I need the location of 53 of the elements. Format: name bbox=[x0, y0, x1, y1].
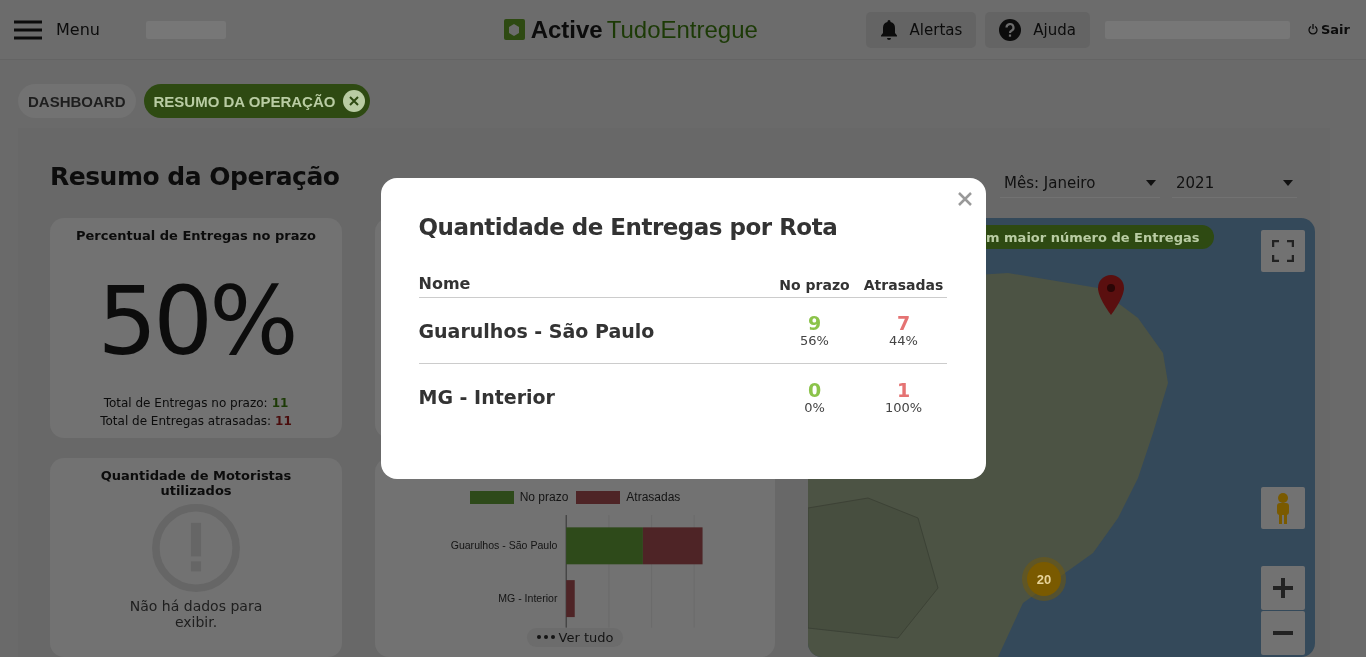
year-select[interactable]: 2021 bbox=[1172, 168, 1297, 198]
page-title: Resumo da Operação bbox=[50, 161, 340, 191]
dots-icon bbox=[536, 635, 555, 640]
menu-button[interactable]: Menu bbox=[14, 19, 100, 40]
bell-icon bbox=[879, 19, 898, 40]
total-label: Total de Entregas no prazo: bbox=[103, 395, 268, 412]
route-name: Guarulhos - São Paulo bbox=[418, 319, 656, 342]
fullscreen-button[interactable] bbox=[1261, 230, 1305, 272]
column-header: Atrasadas bbox=[862, 277, 945, 295]
legend-label: Atrasadas bbox=[626, 490, 681, 504]
empty-message: Não há dados para exibir. bbox=[128, 598, 264, 630]
zoom-in-button[interactable] bbox=[1261, 566, 1305, 610]
help-button[interactable]: Ajuda bbox=[985, 11, 1090, 48]
tab[interactable]: DASHBOARD bbox=[18, 84, 136, 118]
category-label: MG - Interior bbox=[498, 592, 558, 605]
minus-icon bbox=[1273, 631, 1293, 635]
caret-icon bbox=[1146, 179, 1156, 186]
logout-button[interactable]: Sair bbox=[1302, 21, 1356, 38]
total-value: 11 bbox=[275, 413, 292, 430]
logo-text: Active bbox=[530, 15, 603, 44]
plus-icon bbox=[1273, 578, 1293, 598]
power-icon bbox=[1308, 24, 1318, 35]
see-all-button[interactable]: Ver tudo bbox=[526, 627, 624, 647]
logo-text: TudoEntregue bbox=[606, 15, 758, 44]
card-title: Quantidade de Motoristas utilizados bbox=[99, 468, 293, 498]
on-time-count: 0 bbox=[807, 379, 822, 400]
total-value: 11 bbox=[271, 395, 289, 412]
legend-label: No prazo bbox=[519, 490, 569, 504]
late-count: 1 bbox=[896, 379, 911, 400]
person-icon bbox=[1275, 492, 1291, 524]
caret-icon bbox=[1283, 179, 1293, 186]
close-icon[interactable] bbox=[343, 90, 366, 112]
on-time-count: 9 bbox=[807, 313, 822, 333]
fullscreen-icon bbox=[1272, 240, 1294, 262]
late-percent: 44% bbox=[889, 333, 918, 348]
help-icon bbox=[999, 18, 1022, 41]
close-button[interactable] bbox=[955, 190, 974, 208]
late-percent: 100% bbox=[884, 399, 923, 415]
total-label: Total de Entregas atrasadas: bbox=[100, 413, 272, 430]
column-header: Nome bbox=[418, 274, 472, 295]
category-label: Guarulhos - São Paulo bbox=[450, 539, 558, 552]
menu-icon bbox=[14, 19, 42, 40]
month-select[interactable]: Mês: Janeiro bbox=[1000, 168, 1160, 198]
percentage-value: 50% bbox=[97, 267, 295, 376]
late-count: 7 bbox=[896, 313, 911, 333]
tab[interactable]: RESUMO DA OPERAÇÃO bbox=[143, 84, 371, 118]
map-banner: m maior número de Entregas bbox=[986, 225, 1214, 249]
route-name: MG - Interior bbox=[418, 386, 556, 408]
alerts-button[interactable]: Alertas bbox=[865, 11, 977, 48]
card-title: Percentual de Entregas no prazo bbox=[75, 228, 317, 243]
map-pin-icon bbox=[1098, 275, 1124, 315]
zoom-out-button[interactable] bbox=[1261, 611, 1305, 655]
logo-icon bbox=[503, 19, 525, 40]
